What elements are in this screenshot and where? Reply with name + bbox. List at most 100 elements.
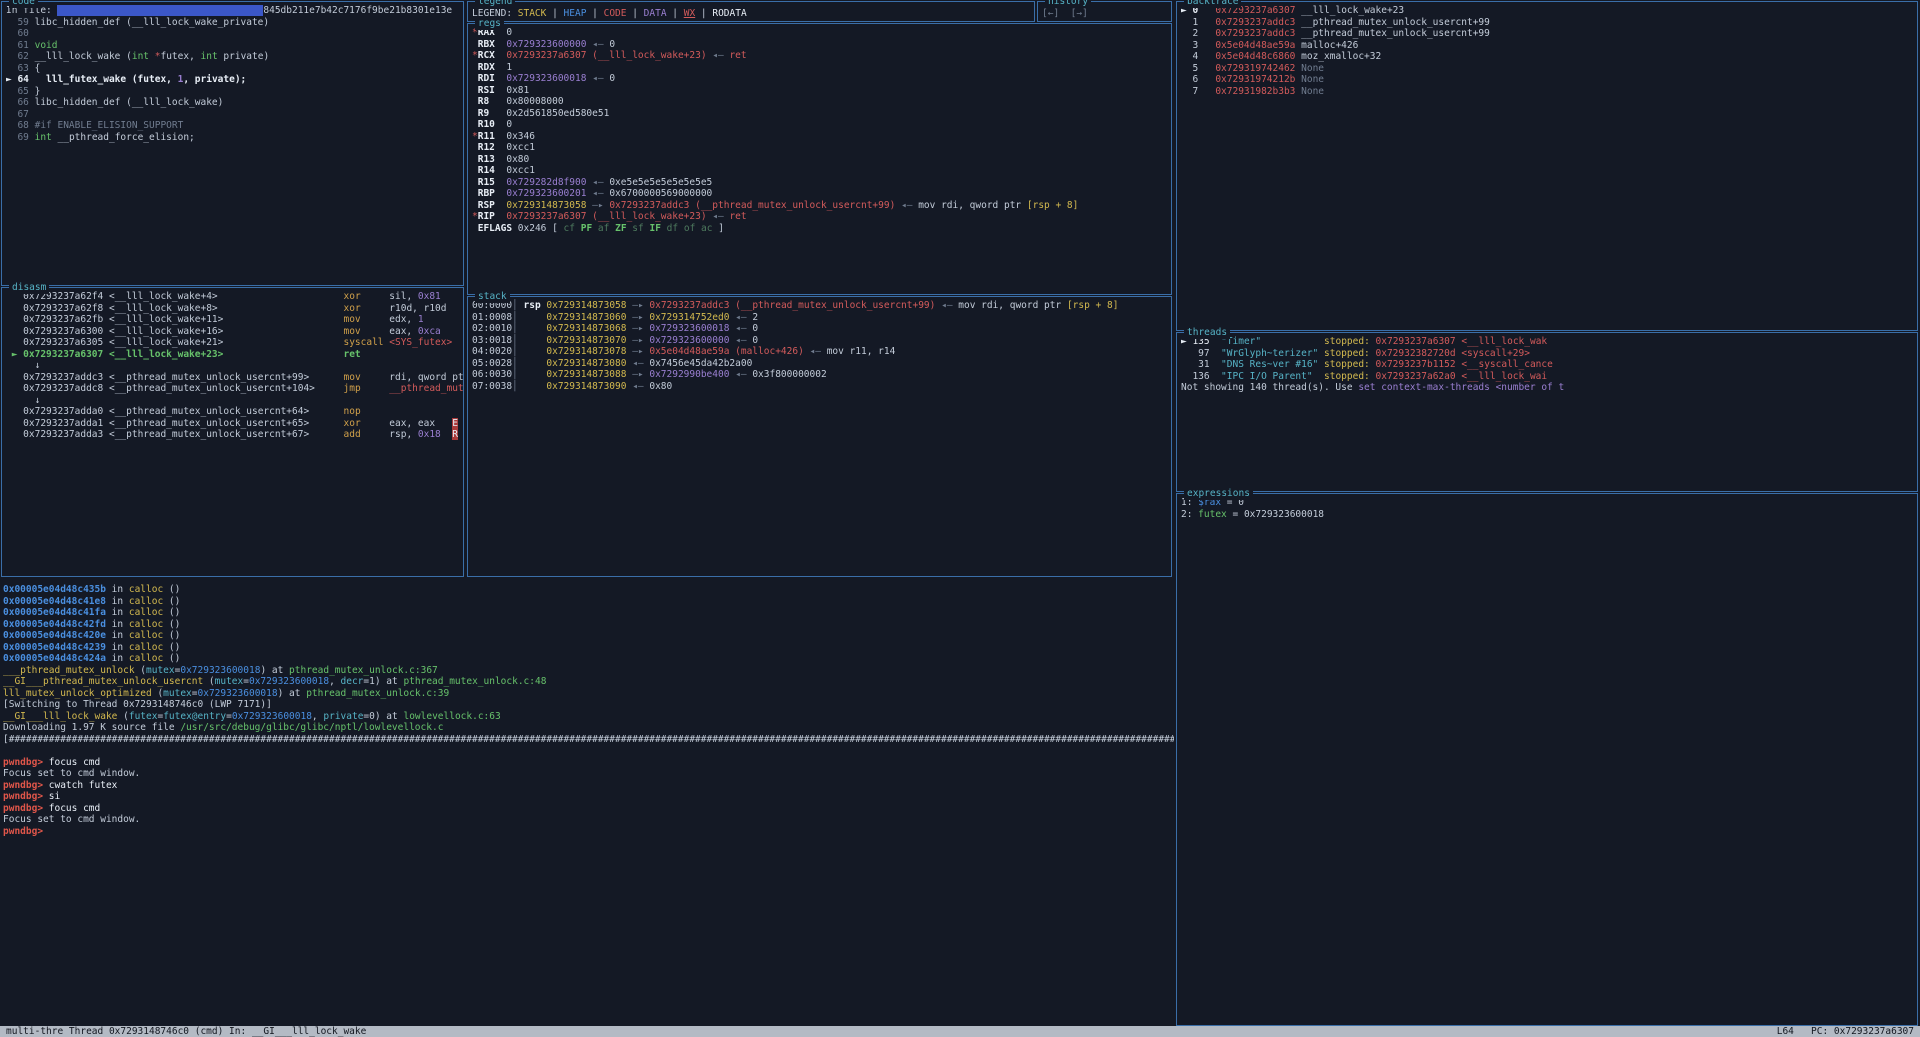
expressions-panel: expressions 1: $rax = 02: futex = 0x7293…: [1176, 493, 1918, 1026]
expression-row: 2: futex = 0x729323600018: [1181, 509, 1913, 521]
terminal-line: Focus set to cmd window.: [3, 768, 1171, 780]
register-row: R13 0x80: [472, 154, 1167, 166]
register-row: *RAX 0: [472, 27, 1167, 39]
expression-row: 1: $rax = 0: [1181, 497, 1913, 509]
terminal-line: pwndbg> cwatch futex: [3, 780, 1171, 792]
disasm-line: 0x7293237addc8 <__pthread_mutex_unlock_u…: [6, 383, 459, 395]
terminal-line: [#######################################…: [3, 734, 1171, 746]
terminal-line: [3, 745, 1171, 757]
stack-row: 03:0018│ 0x729314873070 —▸ 0x72932360000…: [472, 335, 1167, 347]
register-row: R9 0x2d561850ed580e51: [472, 108, 1167, 120]
backtrace-frame: 6 0x72931974212b None: [1181, 74, 1913, 86]
backtrace-frame: 4 0x5e04d48c6860 moz_xmalloc+32: [1181, 51, 1913, 63]
source-line: 60: [6, 28, 459, 40]
threads-panel-title: threads: [1184, 327, 1230, 339]
history-back-button[interactable]: [←]: [1042, 8, 1059, 19]
terminal-line: [Switching to Thread 0x7293148746c0 (LWP…: [3, 699, 1171, 711]
thread-row: ► 135 "Timer" stopped: 0x7293237a6307 <_…: [1181, 336, 1913, 348]
disasm-line: ► 0x7293237a6307 <__lll_lock_wake+23> re…: [6, 349, 459, 361]
terminal-line: __GI___lll_lock_wake (futex=futex@entry=…: [3, 711, 1171, 723]
terminal-line: ___pthread_mutex_unlock (mutex=0x7293236…: [3, 665, 1171, 677]
backtrace-frame: 1 0x7293237addc3 __pthread_mutex_unlock_…: [1181, 17, 1913, 29]
registers-view: *RAX 0 RBX 0x729323600000 ◂— 0*RCX 0x729…: [468, 24, 1171, 294]
backtrace-frame: 5 0x729319742462 None: [1181, 63, 1913, 75]
source-line: In file: 845db211e7b42c7176f9be21b8301e1…: [6, 5, 459, 17]
register-row: RSI 0x81: [472, 85, 1167, 97]
terminal-line: 0x00005e04d48c435b in calloc (): [3, 584, 1171, 596]
terminal-line: 0x00005e04d48c41e8 in calloc (): [3, 596, 1171, 608]
stack-row: 01:0008│ 0x729314873060 —▸ 0x729314752ed…: [472, 312, 1167, 324]
terminal-output[interactable]: 0x00005e04d48c435b in calloc ()0x00005e0…: [0, 578, 1174, 1026]
backtrace-panel-title: backtrace: [1184, 0, 1241, 8]
source-line: 67: [6, 109, 459, 121]
terminal-line: 0x00005e04d48c424a in calloc (): [3, 653, 1171, 665]
threads-panel: threads ► 135 "Timer" stopped: 0x7293237…: [1176, 332, 1918, 492]
history-panel-title: history: [1045, 0, 1091, 8]
code-panel-title: code: [9, 0, 38, 8]
disasm-line: 0x7293237adda3 <__pthread_mutex_unlock_u…: [6, 429, 459, 441]
terminal-line: 0x00005e04d48c4239 in calloc (): [3, 642, 1171, 654]
disasm-line: 0x7293237a62fb <__lll_lock_wake+11> mov …: [6, 314, 459, 326]
expressions-panel-title: expressions: [1184, 488, 1253, 500]
register-row: RSP 0x729314873058 —▸ 0x7293237addc3 (__…: [472, 200, 1167, 212]
register-row: *RCX 0x7293237a6307 (__lll_lock_wake+23)…: [472, 50, 1167, 62]
terminal-line: pwndbg> focus cmd: [3, 803, 1171, 815]
disasm-line: 0x7293237a6300 <__lll_lock_wake+16> mov …: [6, 326, 459, 338]
stack-panel: stack 00:0000│ rsp 0x729314873058 —▸ 0x7…: [467, 296, 1172, 577]
disasm-line: ↓: [6, 395, 459, 407]
disasm-line: 0x7293237a62f8 <__lll_lock_wake+8> xor r…: [6, 303, 459, 315]
backtrace-panel: backtrace ► 0 0x7293237a6307 __lll_lock_…: [1176, 1, 1918, 331]
terminal-line: pwndbg> si: [3, 791, 1171, 803]
register-row: R10 0: [472, 119, 1167, 131]
legend-panel: legend LEGEND: STACK | HEAP | CODE | DAT…: [467, 1, 1035, 22]
source-line: 59 libc_hidden_def (__lll_lock_wake_priv…: [6, 17, 459, 29]
stack-row: 06:0030│ 0x729314873088 —▸ 0x7292990be40…: [472, 369, 1167, 381]
terminal-line: 0x00005e04d48c420e in calloc (): [3, 630, 1171, 642]
status-bar-right: L64 PC: 0x7293237a6307: [1777, 1026, 1914, 1037]
register-row: *R11 0x346: [472, 131, 1167, 143]
source-line: 62 __lll_lock_wake (int *futex, int priv…: [6, 51, 459, 63]
source-line: 66 libc_hidden_def (__lll_lock_wake): [6, 97, 459, 109]
backtrace-frame: 7 0x72931982b3b3 None: [1181, 86, 1913, 98]
terminal-line: pwndbg> focus cmd: [3, 757, 1171, 769]
history-forward-button[interactable]: [→]: [1071, 8, 1088, 19]
backtrace-frame: ► 0 0x7293237a6307 __lll_lock_wake+23: [1181, 5, 1913, 17]
thread-row: 31 "DNS Res~ver #16" stopped: 0x7293237b…: [1181, 359, 1913, 371]
register-row: R14 0xcc1: [472, 165, 1167, 177]
terminal-line: 0x00005e04d48c41fa in calloc (): [3, 607, 1171, 619]
register-row: RBP 0x729323600201 ◂— 0x6700000569000000: [472, 188, 1167, 200]
source-line: 61 void: [6, 40, 459, 52]
terminal-line: 0x00005e04d48c42fd in calloc (): [3, 619, 1171, 631]
register-row: *RIP 0x7293237a6307 (__lll_lock_wake+23)…: [472, 211, 1167, 223]
register-row: EFLAGS 0x246 [ cf PF af ZF sf IF df of a…: [472, 223, 1167, 235]
backtrace-frame: 2 0x7293237addc3 __pthread_mutex_unlock_…: [1181, 28, 1913, 40]
stack-panel-title: stack: [475, 291, 510, 303]
disasm-panel-title: disasm: [9, 282, 49, 294]
terminal-line: Focus set to cmd window.: [3, 814, 1171, 826]
status-bar: multi-thre Thread 0x7293148746c0 (cmd) I…: [0, 1026, 1920, 1037]
expressions-view: 1: $rax = 02: futex = 0x729323600018: [1177, 494, 1917, 1025]
backtrace-frame: 3 0x5e04d48ae59a malloc+426: [1181, 40, 1913, 52]
stack-row: 00:0000│ rsp 0x729314873058 —▸ 0x7293237…: [472, 300, 1167, 312]
register-row: R8 0x80008000: [472, 96, 1167, 108]
disasm-line: 0x7293237adda0 <__pthread_mutex_unlock_u…: [6, 406, 459, 418]
backtrace-view: ► 0 0x7293237a6307 __lll_lock_wake+23 1 …: [1177, 2, 1917, 330]
thread-row: 136 "IPC I/O Parent" stopped: 0x7293237a…: [1181, 371, 1913, 383]
threads-view: ► 135 "Timer" stopped: 0x7293237a6307 <_…: [1177, 333, 1917, 491]
source-line: 68 #if ENABLE_ELISION_SUPPORT: [6, 120, 459, 132]
stack-row: 05:0028│ 0x729314873080 ◂— 0x7456e45da42…: [472, 358, 1167, 370]
source-line: ► 64 lll_futex_wake (futex, 1, private);: [6, 74, 459, 86]
terminal-line: lll_mutex_unlock_optimized (mutex=0x7293…: [3, 688, 1171, 700]
registers-panel: regs *RAX 0 RBX 0x729323600000 ◂— 0*RCX …: [467, 23, 1172, 295]
legend-panel-title: legend: [475, 0, 515, 8]
register-row: RDI 0x729323600018 ◂— 0: [472, 73, 1167, 85]
disasm-line: 0x7293237a62f4 <__lll_lock_wake+4> xor s…: [6, 291, 459, 303]
terminal-line: Downloading 1.97 K source file /usr/src/…: [3, 722, 1171, 734]
register-row: RBX 0x729323600000 ◂— 0: [472, 39, 1167, 51]
thread-row: 97 "WrGlyph~terizer" stopped: 0x72932382…: [1181, 348, 1913, 360]
legend-line: LEGEND: STACK | HEAP | CODE | DATA | WX …: [472, 8, 1030, 20]
code-panel: code In file: 845db211e7b42c7176f9be21b8…: [1, 1, 464, 286]
register-row: R15 0x729282d8f900 ◂— 0xe5e5e5e5e5e5e5e5: [472, 177, 1167, 189]
disasm-panel: disasm 0x7293237a62f4 <__lll_lock_wake+4…: [1, 287, 464, 577]
stack-view: 00:0000│ rsp 0x729314873058 —▸ 0x7293237…: [468, 297, 1171, 576]
